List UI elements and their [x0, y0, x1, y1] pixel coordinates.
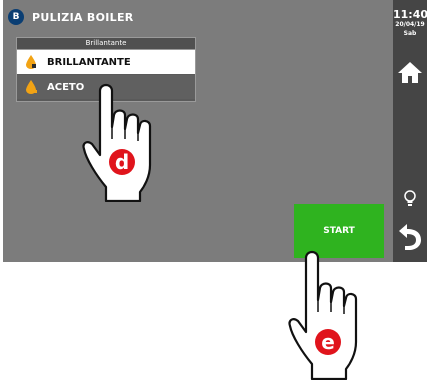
- home-button[interactable]: [396, 58, 424, 86]
- step-badge-d-label: d: [115, 150, 129, 174]
- clock-day: Sab: [403, 30, 417, 37]
- back-icon: [399, 224, 421, 250]
- drop-icon: [26, 55, 36, 69]
- right-sidebar: 11:40 20/04/19 Sab: [393, 0, 427, 262]
- clock-date: 20/04/19: [395, 21, 425, 28]
- clock-time: 11:40: [393, 8, 427, 21]
- dropdown-option-brillantante[interactable]: BRILLANTANTE: [17, 50, 195, 74]
- page-title: PULIZIA BOILER: [32, 10, 134, 24]
- pointing-hand-icon: e: [288, 250, 358, 380]
- pointing-hand-icon: d: [82, 83, 152, 202]
- option-label: BRILLANTANTE: [47, 56, 131, 68]
- drop-icon: [26, 80, 37, 94]
- top-bar: B PULIZIA BOILER: [3, 6, 383, 28]
- back-button[interactable]: [396, 222, 424, 250]
- lightbulb-icon: [404, 190, 416, 206]
- clock: 11:40 20/04/19 Sab: [393, 9, 427, 38]
- app-badge-icon: B: [8, 9, 24, 25]
- app-badge-letter: B: [12, 11, 20, 22]
- step-badge-e-label: e: [321, 330, 335, 354]
- machine-screen: B PULIZIA BOILER Brillantante BRILLANTAN…: [3, 0, 427, 262]
- home-icon: [398, 62, 422, 83]
- dropdown-header: Brillantante: [17, 38, 195, 50]
- lightbulb-button[interactable]: [396, 185, 424, 213]
